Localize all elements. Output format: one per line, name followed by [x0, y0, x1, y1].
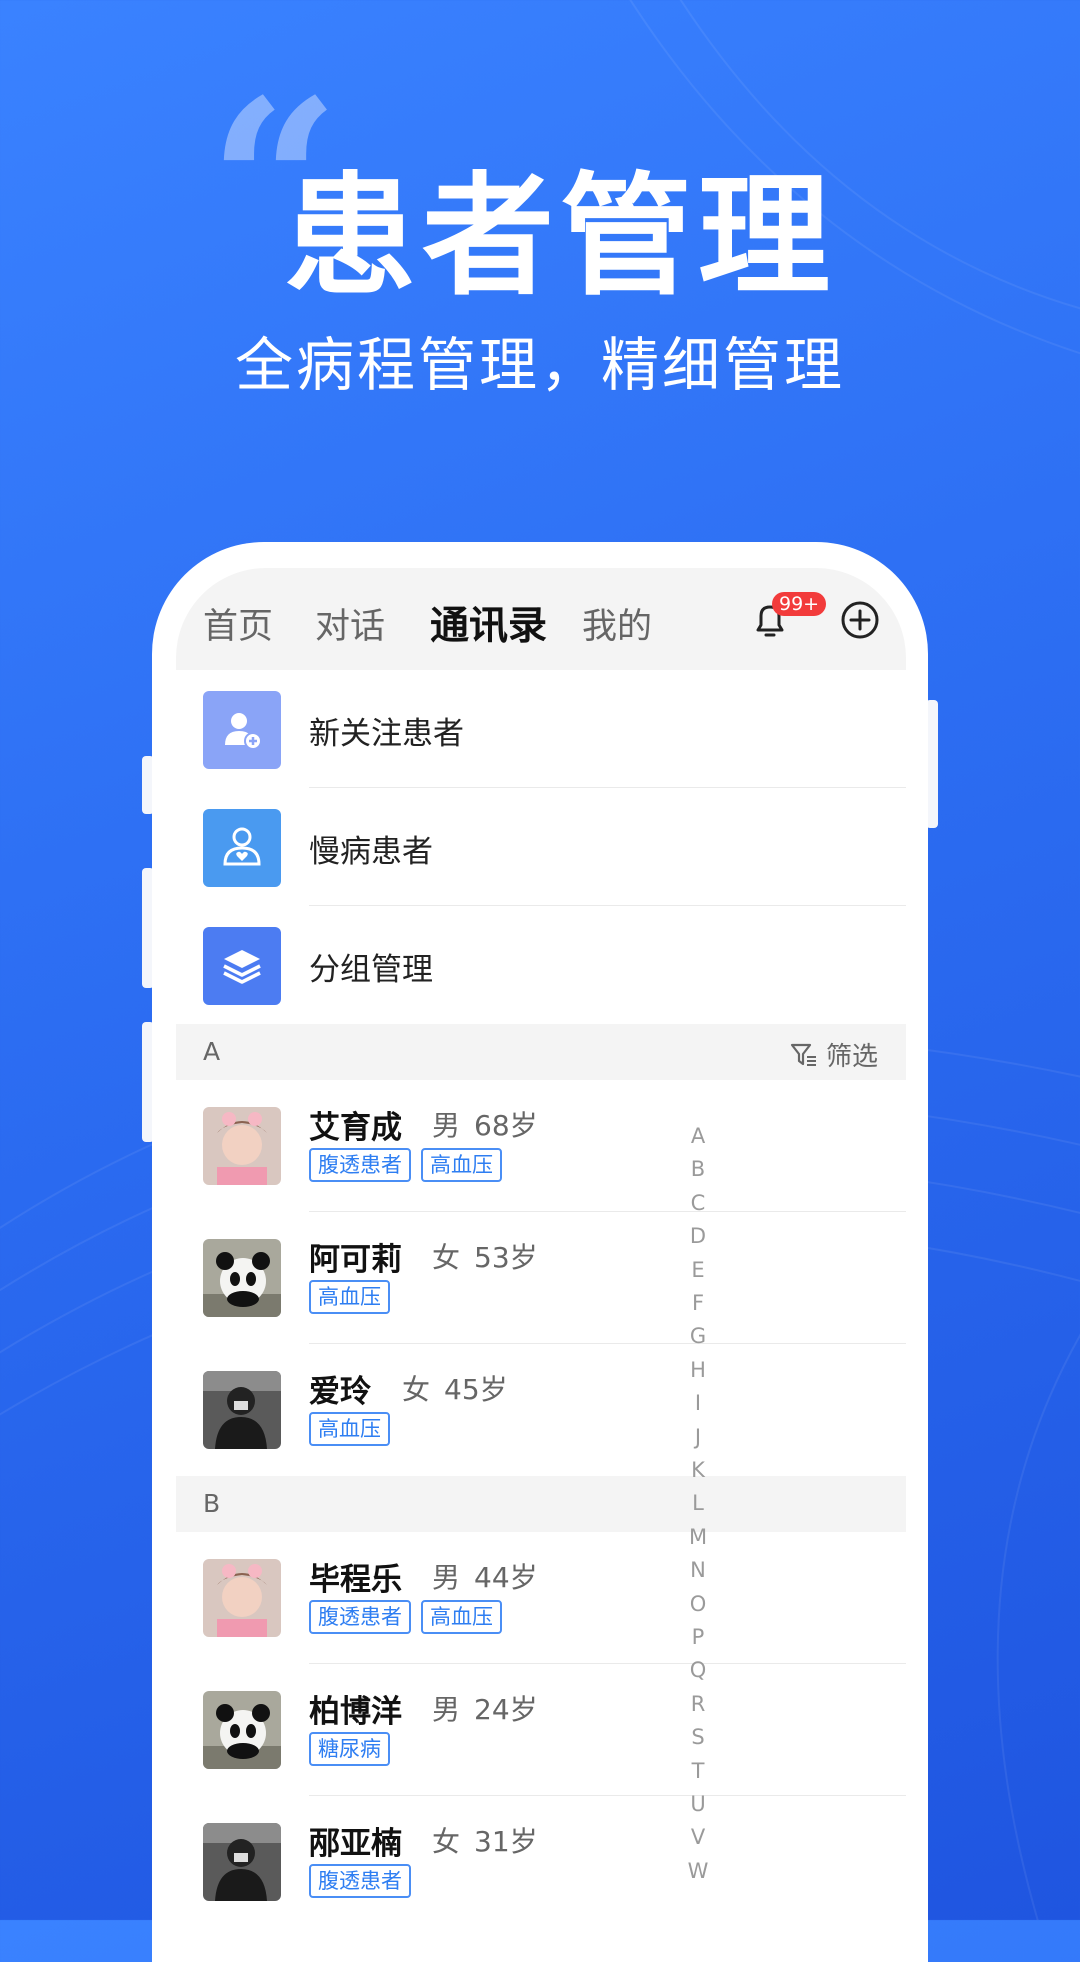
tag: 腹透患者 [309, 1148, 411, 1182]
tag: 高血压 [309, 1280, 390, 1314]
patient-row[interactable]: 艾育成 男 68岁 腹透患者 高血压 [176, 1080, 906, 1212]
tag-list: 腹透患者 [309, 1864, 411, 1898]
menu-label: 分组管理 [309, 952, 433, 988]
index-letter-r[interactable]: R [684, 1692, 712, 1716]
layers-icon [203, 927, 281, 1005]
patient-row[interactable]: 邴亚楠 女 31岁 腹透患者 [176, 1796, 906, 1920]
avatar [203, 1371, 281, 1449]
patient-gender: 男 [432, 1561, 461, 1594]
hero-title: 患者管理 [284, 160, 836, 314]
index-letter-c[interactable]: C [684, 1191, 712, 1215]
tag: 糖尿病 [309, 1732, 390, 1766]
tag: 高血压 [421, 1148, 502, 1182]
index-letter-w[interactable]: W [684, 1859, 712, 1883]
tag-list: 腹透患者 高血压 [309, 1148, 502, 1182]
index-letter-o[interactable]: O [684, 1592, 712, 1616]
tab-chat[interactable]: 对话 [315, 598, 385, 649]
section-header-b: B [176, 1476, 906, 1532]
patient-gender: 男 [432, 1693, 461, 1726]
patient-age: 53岁 [474, 1241, 538, 1274]
filter-icon [790, 1043, 816, 1066]
index-letter-e[interactable]: E [684, 1258, 712, 1282]
tag: 腹透患者 [309, 1864, 411, 1898]
menu-chronic-patients[interactable]: 慢病患者 [176, 788, 906, 906]
patient-gender: 男 [432, 1109, 461, 1142]
tag: 腹透患者 [309, 1600, 411, 1634]
index-letter-h[interactable]: H [684, 1358, 712, 1382]
top-nav-bar: 首页 对话 通讯录 我的 99+ [176, 568, 906, 670]
index-letter-b[interactable]: B [684, 1157, 712, 1181]
patient-name: 柏博洋 [309, 1694, 402, 1730]
index-letter-l[interactable]: L [684, 1491, 712, 1515]
patient-age: 31岁 [474, 1825, 538, 1858]
patient-age: 68岁 [474, 1109, 538, 1142]
patient-row[interactable]: 阿可莉 女 53岁 高血压 [176, 1212, 906, 1344]
index-letter-q[interactable]: Q [684, 1658, 712, 1682]
patient-name: 艾育成 [309, 1110, 402, 1146]
avatar [203, 1691, 281, 1769]
index-letter-t[interactable]: T [684, 1759, 712, 1783]
menu-group-management[interactable]: 分组管理 [176, 906, 906, 1024]
patient-gender: 女 [432, 1825, 461, 1858]
tag-list: 腹透患者 高血压 [309, 1600, 502, 1634]
section-letter: A [203, 1037, 221, 1066]
patient-row[interactable]: 爱玲 女 45岁 高血压 [176, 1344, 906, 1476]
index-letter-k[interactable]: K [684, 1458, 712, 1482]
patient-name: 阿可莉 [309, 1242, 402, 1278]
patient-age: 24岁 [474, 1693, 538, 1726]
phone-screen: 首页 对话 通讯录 我的 99+ 新关注患者 慢病患者 分组管理 A 筛选 艾育… [176, 568, 906, 1920]
chronic-patient-icon [203, 809, 281, 887]
menu-label: 慢病患者 [309, 834, 433, 870]
patient-name: 爱玲 [309, 1374, 371, 1410]
tag-list: 高血压 [309, 1412, 390, 1446]
notification-badge: 99+ [772, 592, 827, 616]
index-letter-v[interactable]: V [684, 1825, 712, 1849]
tag: 高血压 [421, 1600, 502, 1634]
index-letter-a[interactable]: A [684, 1124, 712, 1148]
section-header-a: A 筛选 [176, 1024, 906, 1080]
patient-gender: 女 [402, 1373, 431, 1406]
avatar [203, 1823, 281, 1901]
tab-mine[interactable]: 我的 [582, 598, 652, 649]
index-letter-d[interactable]: D [684, 1224, 712, 1248]
tag: 高血压 [309, 1412, 390, 1446]
avatar [203, 1559, 281, 1637]
index-letter-n[interactable]: N [684, 1558, 712, 1582]
tab-home[interactable]: 首页 [203, 598, 273, 649]
filter-button[interactable]: 筛选 [790, 1036, 878, 1073]
patient-age: 44岁 [474, 1561, 538, 1594]
tag-list: 高血压 [309, 1280, 390, 1314]
index-letter-s[interactable]: S [684, 1725, 712, 1749]
add-user-icon [203, 691, 281, 769]
menu-new-followers[interactable]: 新关注患者 [176, 670, 906, 788]
patient-age: 45岁 [444, 1373, 508, 1406]
patient-row[interactable]: 柏博洋 男 24岁 糖尿病 [176, 1664, 906, 1796]
avatar [203, 1107, 281, 1185]
index-letter-j[interactable]: J [684, 1425, 712, 1449]
hero-subtitle: 全病程管理，精细管理 [234, 331, 845, 399]
index-letter-g[interactable]: G [684, 1324, 712, 1348]
avatar [203, 1239, 281, 1317]
patient-row[interactable]: 毕程乐 男 44岁 腹透患者 高血压 [176, 1532, 906, 1664]
add-circle-icon[interactable] [840, 600, 880, 640]
index-letter-i[interactable]: I [684, 1391, 712, 1415]
patient-name: 邴亚楠 [309, 1826, 402, 1862]
index-letter-f[interactable]: F [684, 1291, 712, 1315]
patient-name: 毕程乐 [309, 1562, 402, 1598]
patient-gender: 女 [432, 1241, 461, 1274]
tag-list: 糖尿病 [309, 1732, 390, 1766]
index-letter-u[interactable]: U [684, 1792, 712, 1816]
section-letter: B [203, 1489, 221, 1518]
index-letter-p[interactable]: P [684, 1625, 712, 1649]
index-letter-m[interactable]: M [684, 1525, 712, 1549]
menu-label: 新关注患者 [309, 716, 464, 752]
filter-label: 筛选 [825, 1042, 878, 1072]
tab-contacts[interactable]: 通讯录 [430, 595, 547, 651]
